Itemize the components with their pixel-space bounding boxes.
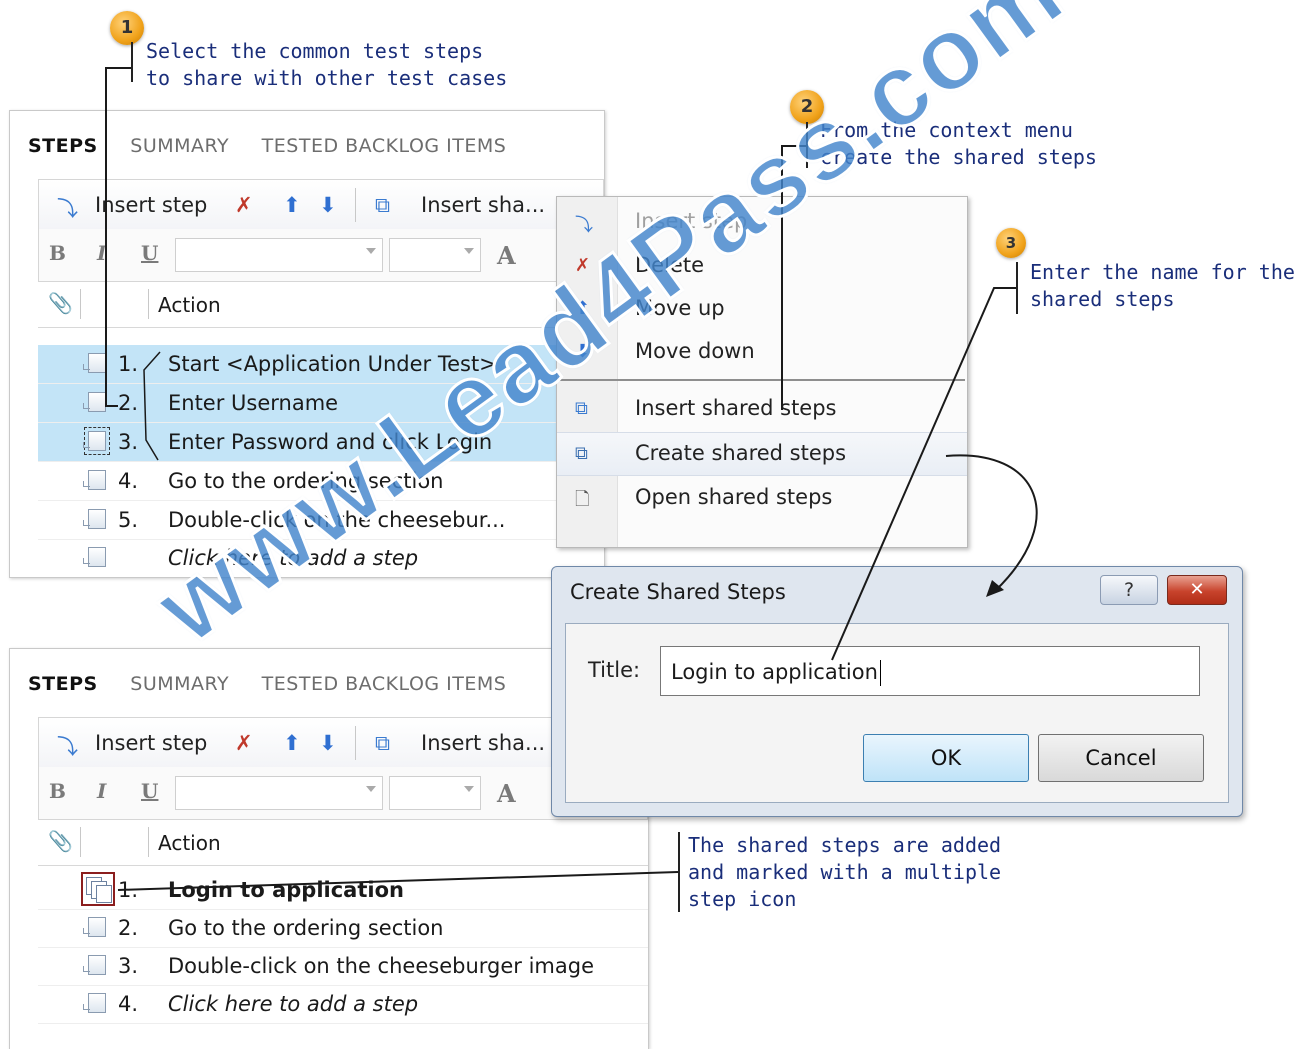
arrow-head xyxy=(986,580,1004,597)
selection-bracket xyxy=(143,351,161,461)
annotation-lines xyxy=(105,67,1038,891)
callout-4-leader xyxy=(117,871,679,891)
callout-3-leader xyxy=(831,287,1016,661)
menu-to-dialog-arrow xyxy=(945,454,1038,591)
callout-1-leader xyxy=(105,67,131,407)
